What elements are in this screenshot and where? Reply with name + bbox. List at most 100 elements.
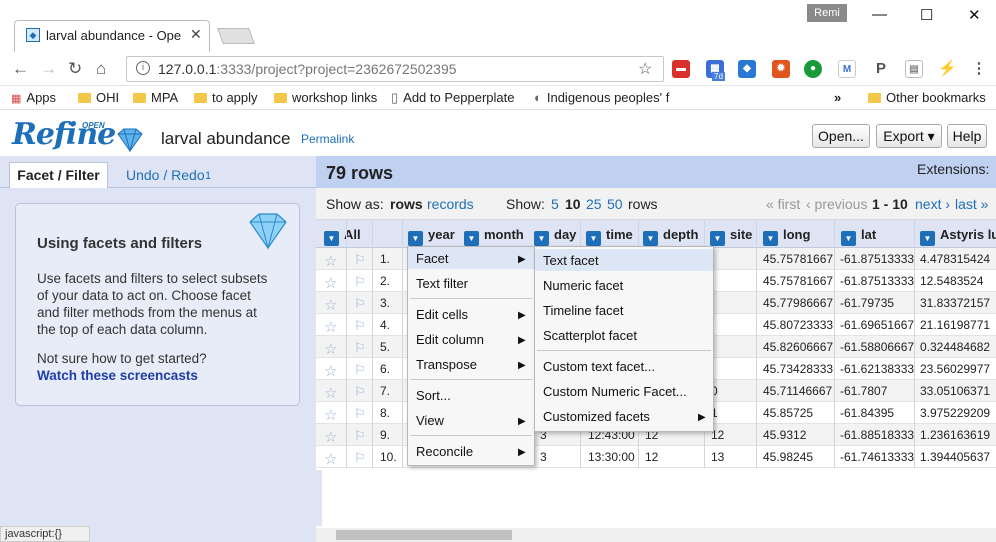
star-icon[interactable]: ☆ [324, 450, 337, 468]
dropdown-icon[interactable]: ▼ [408, 231, 423, 246]
flag-icon[interactable]: ⚐ [354, 362, 366, 378]
menu-item-edit-column[interactable]: Edit column [416, 332, 484, 347]
maximize-icon[interactable]: ☐ [920, 6, 933, 24]
bookmark-workshop-links[interactable]: workshop links [274, 90, 377, 105]
column-header-astyris[interactable]: ▼ Astyris lu [920, 227, 996, 246]
pager-last[interactable]: last » [955, 196, 988, 212]
permalink-link[interactable]: Permalink [301, 132, 354, 146]
new-tab-button[interactable] [217, 28, 255, 44]
column-header-all[interactable]: ▼ All [324, 227, 361, 246]
column-header-month[interactable]: ▼ month [464, 227, 524, 246]
star-icon[interactable]: ☆ [324, 252, 337, 270]
scrollbar-thumb[interactable] [336, 530, 512, 540]
flag-icon[interactable]: ⚐ [354, 340, 366, 356]
tab-undo-redo[interactable]: Undo / Redo [126, 167, 205, 183]
menu-item-transpose[interactable]: Transpose [416, 357, 477, 372]
dropdown-icon[interactable]: ▼ [841, 231, 856, 246]
bookmark-indigenous[interactable]: ◐ Indigenous peoples' f [534, 90, 674, 105]
back-icon[interactable]: ← [12, 59, 29, 79]
column-header-day[interactable]: ▼ day [534, 227, 576, 246]
extension-red-icon[interactable]: ▬ [672, 60, 690, 78]
reload-icon[interactable]: ↻ [68, 59, 82, 79]
dropdown-icon[interactable]: ▼ [586, 231, 601, 246]
dropdown-icon[interactable]: ▼ [763, 231, 778, 246]
bookmark-pepperplate[interactable]: ▯ Add to Pepperplate [391, 90, 514, 106]
column-header-long[interactable]: ▼ long [763, 227, 810, 246]
pager-next[interactable]: next › [915, 196, 950, 212]
pager-previous[interactable]: ‹ previous [806, 196, 867, 212]
column-header-year[interactable]: ▼ year [408, 227, 455, 246]
menu-item-text-filter[interactable]: Text filter [416, 276, 468, 291]
star-icon[interactable]: ☆ [324, 340, 337, 358]
bookmark-other[interactable]: Other bookmarks [868, 90, 986, 105]
extension-fox-icon[interactable]: ✹ [772, 60, 790, 78]
tab-close-icon[interactable]: ✕ [190, 26, 202, 43]
project-title[interactable]: larval abundance [161, 129, 290, 149]
submenu-numeric-facet[interactable]: Numeric facet [543, 278, 623, 293]
column-header-depth[interactable]: ▼ depth [643, 227, 698, 246]
bookmark-ohi[interactable]: OHI [78, 90, 119, 105]
menu-item-edit-cells[interactable]: Edit cells [416, 307, 468, 322]
dropdown-icon[interactable]: ▼ [324, 231, 339, 246]
submenu-text-facet[interactable]: Text facet [543, 253, 599, 268]
flag-icon[interactable]: ⚐ [354, 450, 366, 466]
dropdown-icon[interactable]: ▼ [534, 231, 549, 246]
site-info-icon[interactable]: i [136, 61, 150, 75]
extension-bolt-icon[interactable]: ⚡ [938, 60, 957, 78]
bookmark-star-icon[interactable]: ☆ [638, 59, 652, 79]
star-icon[interactable]: ☆ [324, 384, 337, 402]
page-size-10[interactable]: 10 [565, 196, 581, 212]
page-size-50[interactable]: 50 [607, 196, 623, 212]
extension-mail-icon[interactable]: M [838, 60, 856, 78]
menu-item-reconcile[interactable]: Reconcile [416, 444, 473, 459]
flag-icon[interactable]: ⚐ [354, 318, 366, 334]
submenu-scatterplot-facet[interactable]: Scatterplot facet [543, 328, 637, 343]
mode-records[interactable]: records [427, 196, 474, 212]
extension-diamond-icon[interactable]: ◆ [738, 60, 756, 78]
dropdown-icon[interactable]: ▼ [710, 231, 725, 246]
flag-icon[interactable]: ⚐ [354, 384, 366, 400]
export-button[interactable]: Export ▾ [876, 124, 942, 148]
pager-first[interactable]: « first [766, 196, 800, 212]
bookmark-mpa[interactable]: MPA [133, 90, 178, 105]
extension-chat-icon[interactable]: ● [804, 60, 822, 78]
dropdown-icon[interactable]: ▼ [920, 231, 935, 246]
dropdown-icon[interactable]: ▼ [643, 231, 658, 246]
open-button[interactable]: Open... [812, 124, 870, 148]
extension-doc-icon[interactable]: ▤ [905, 60, 923, 78]
submenu-customized-facets[interactable]: Customized facets [543, 409, 650, 424]
home-icon[interactable]: ⌂ [96, 59, 106, 79]
page-size-5[interactable]: 5 [551, 196, 559, 212]
screencasts-link[interactable]: Watch these screencasts [37, 368, 198, 383]
extension-p-icon[interactable]: P [872, 60, 890, 78]
menu-item-facet[interactable]: Facet [416, 251, 449, 266]
flag-icon[interactable]: ⚐ [354, 252, 366, 268]
menu-kebab-icon[interactable]: ⋮ [970, 60, 988, 78]
flag-icon[interactable]: ⚐ [354, 296, 366, 312]
column-header-lat[interactable]: ▼ lat [841, 227, 876, 246]
column-header-site[interactable]: ▼ site [710, 227, 752, 246]
submenu-timeline-facet[interactable]: Timeline facet [543, 303, 623, 318]
star-icon[interactable]: ☆ [324, 274, 337, 292]
flag-icon[interactable]: ⚐ [354, 274, 366, 290]
forward-icon[interactable]: → [40, 59, 57, 79]
star-icon[interactable]: ☆ [324, 428, 337, 446]
close-window-icon[interactable]: ✕ [968, 6, 981, 24]
bookmarks-overflow-icon[interactable]: » [834, 90, 841, 105]
submenu-custom-numeric-facet[interactable]: Custom Numeric Facet... [543, 384, 687, 399]
star-icon[interactable]: ☆ [324, 406, 337, 424]
star-icon[interactable]: ☆ [324, 362, 337, 380]
bookmark-apps[interactable]: ▦ Apps [11, 90, 56, 105]
flag-icon[interactable]: ⚐ [354, 428, 366, 444]
star-icon[interactable]: ☆ [324, 296, 337, 314]
address-url[interactable]: 127.0.0.1:3333/project?project=236267250… [158, 61, 457, 77]
submenu-custom-text-facet[interactable]: Custom text facet... [543, 359, 655, 374]
mode-rows[interactable]: rows [390, 196, 423, 212]
profile-badge[interactable]: Remi [807, 4, 847, 22]
extensions-menu[interactable]: Extensions: [917, 161, 989, 177]
minimize-icon[interactable]: — [872, 6, 887, 23]
help-button[interactable]: Help [947, 124, 987, 148]
page-size-25[interactable]: 25 [586, 196, 602, 212]
bookmark-to-apply[interactable]: to apply [194, 90, 258, 105]
star-icon[interactable]: ☆ [324, 318, 337, 336]
